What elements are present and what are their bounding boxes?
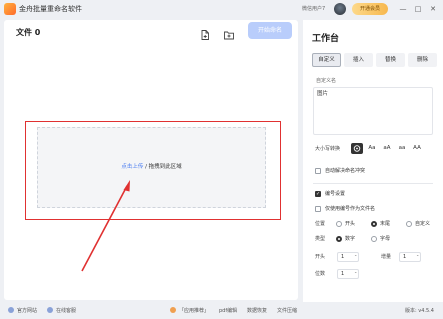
official-site-link[interactable]: 官方网站 [8,306,37,316]
headset-icon [47,307,53,313]
case-option-Aa[interactable]: Aa [366,143,378,154]
online-service-link[interactable]: 在线客服 [47,306,76,316]
file-count-label: 文件 0 [16,28,41,37]
add-folder-icon[interactable] [223,26,235,40]
type-number-label: 数字 [345,236,356,242]
start-label: 开头 [315,254,326,260]
number-only-label: 仅使用编号作为文件名 [325,206,376,212]
maximize-icon[interactable]: □ [413,3,423,15]
version-label: 版本: v4.5.4 [405,308,434,314]
type-number-radio[interactable] [336,236,342,242]
tab-custom[interactable]: 自定义 [312,53,341,67]
position-end-radio[interactable] [371,221,377,227]
custom-name-input[interactable] [313,87,433,135]
case-option-aA[interactable]: aA [381,143,393,154]
recommend-label: 「应用推荐」 [170,306,209,316]
type-letter-label: 字母 [380,236,391,242]
position-start-label: 开头 [345,221,356,227]
position-custom-radio[interactable] [406,221,412,227]
position-custom-label: 自定义 [415,221,431,227]
pdf-editor-link[interactable]: pdf编辑 [219,306,237,316]
increment-stepper-icon[interactable]: ⌃ [416,253,419,261]
position-end-label: 末尾 [380,221,391,227]
type-label: 类型 [315,236,326,242]
file-compress-link[interactable]: 文件压缩 [277,306,297,316]
vip-button[interactable]: 开通会员 [352,3,388,15]
recommend-icon [170,307,176,313]
user-name[interactable]: 微信用户7 [302,4,325,14]
start-stepper-icon[interactable]: ⌃ [354,253,357,261]
annotation-frame [25,121,281,220]
number-only-checkbox[interactable] [315,206,321,212]
app-title: 金舟批量重命名软件 [19,5,82,13]
globe-icon [8,307,14,313]
app-logo-icon [4,3,16,15]
type-letter-radio[interactable] [371,236,377,242]
case-option-aa[interactable]: aa [396,143,408,154]
auto-resolve-label: 自动解决命名冲突 [325,168,366,174]
case-convert-label: 大小写转换 [315,146,341,152]
add-file-icon[interactable] [199,26,211,40]
avatar[interactable] [334,3,346,15]
minimize-icon[interactable]: — [398,3,408,15]
position-start-radio[interactable] [336,221,342,227]
custom-name-label: 自定义名 [316,78,337,84]
digits-label: 位数 [315,271,326,277]
increment-label: 增量 [381,254,392,260]
tab-replace[interactable]: 替换 [376,53,405,67]
case-original-icon[interactable] [351,143,363,154]
tab-delete[interactable]: 删除 [408,53,437,67]
position-label: 位置 [315,221,326,227]
tab-insert[interactable]: 插入 [344,53,373,67]
divider [313,183,433,184]
digits-stepper-icon[interactable]: ⌃ [354,270,357,278]
numbering-label: 编号设置 [325,191,346,197]
close-icon[interactable]: ✕ [428,3,438,15]
auto-resolve-checkbox[interactable] [315,168,321,174]
start-rename-button[interactable]: 开始命名 [248,22,292,39]
workbench-title: 工作台 [312,34,340,44]
custom-name-value: 图片 [317,91,329,97]
numbering-checkbox[interactable]: ✓ [315,191,321,197]
case-option-AA[interactable]: AA [411,143,423,154]
data-recovery-link[interactable]: 数据恢复 [247,306,267,316]
